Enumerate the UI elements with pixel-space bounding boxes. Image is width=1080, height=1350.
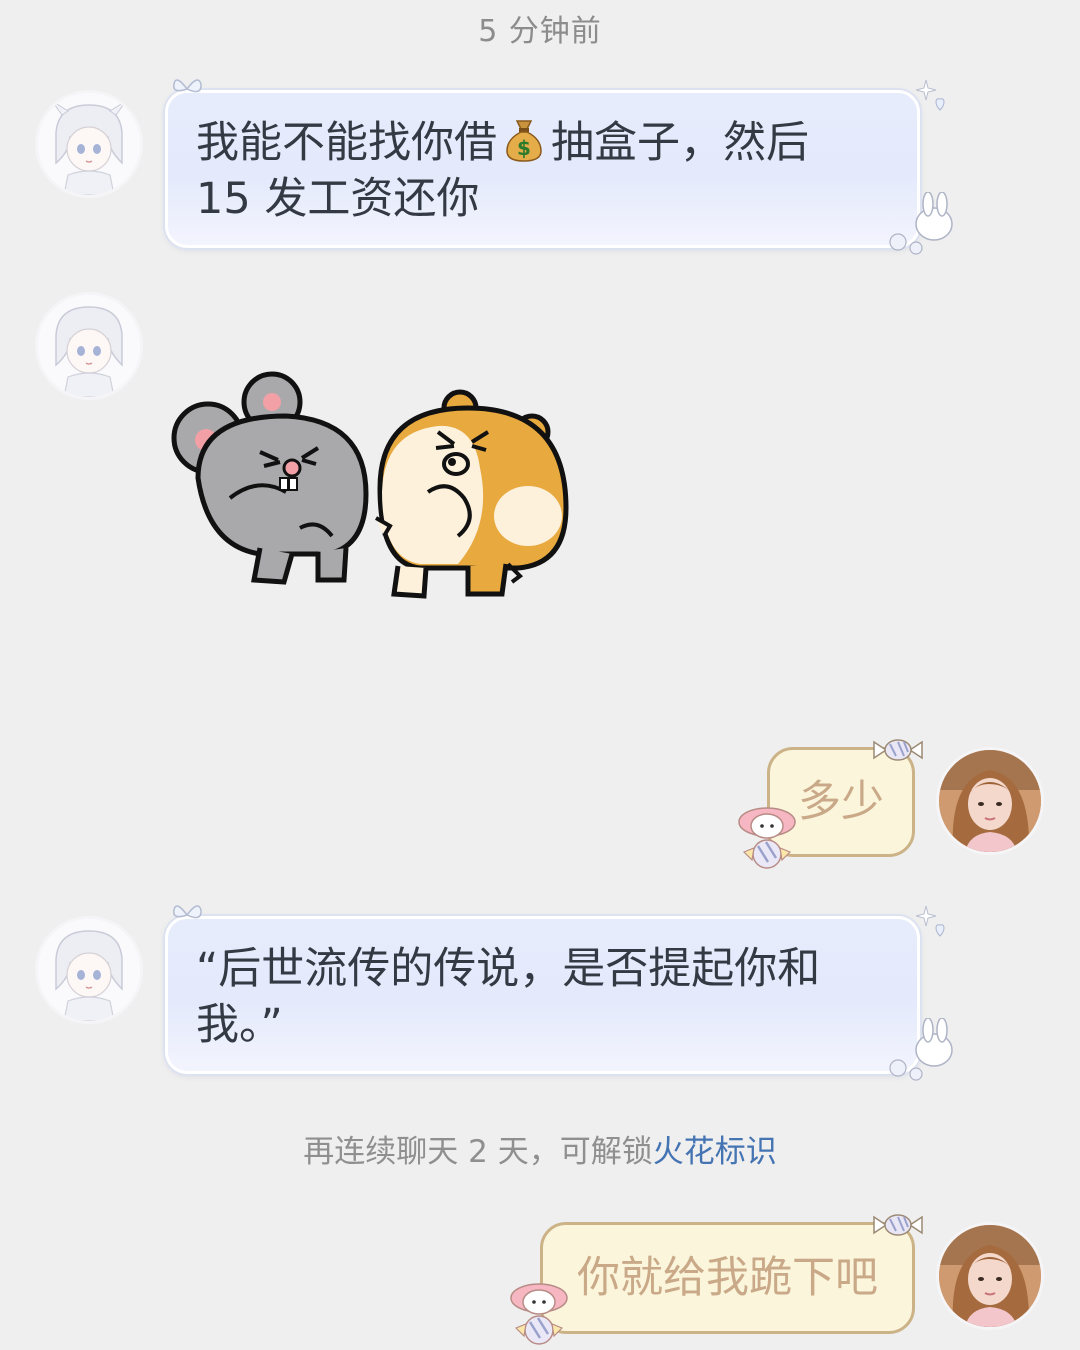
anime-girl-avatar-icon [38, 93, 140, 195]
girl-photo-avatar-icon [939, 750, 1041, 852]
spark-badge-link[interactable]: 火花标识 [653, 1134, 777, 1170]
streak-notice: 再连续聊天 2 天，可解锁火花标识 [0, 1126, 1080, 1171]
message-text: 我能不能找你借 [196, 118, 497, 168]
girl-photo-avatar-icon [939, 1225, 1041, 1327]
orange-hamster-icon [375, 389, 569, 599]
message-bubble-self[interactable]: 你就给我跪下吧 [540, 1222, 915, 1334]
self-avatar[interactable] [936, 1222, 1044, 1330]
friend-avatar[interactable] [35, 90, 143, 198]
mouse-hamster-sticker[interactable] [168, 368, 578, 608]
message-bubble-friend[interactable]: “后世流传的传说，是否提起你和 我。” [165, 916, 920, 1074]
svg-text:$: $ [517, 136, 531, 160]
message-text: 我。” [196, 1000, 283, 1050]
sparkle-heart-icon [916, 79, 945, 111]
notice-text: 再连续聊天 2 天，可解锁 [303, 1134, 653, 1170]
sparkle-heart-icon [916, 905, 945, 937]
anime-girl-avatar-icon [38, 919, 140, 1021]
self-avatar[interactable] [936, 747, 1044, 855]
message-text: 15 发工资还你 [196, 174, 480, 224]
money-bag-icon: $ [503, 117, 545, 163]
message-text: “后世流传的传说，是否提起你和 [196, 944, 821, 994]
message-text: 你就给我跪下吧 [577, 1253, 878, 1303]
timestamp: 5 分钟前 [478, 14, 602, 49]
anime-girl-avatar-icon [38, 295, 140, 397]
message-bubble-friend[interactable]: 我能不能找你借 $ 抽盒子，然后 15 发工资还你 [165, 90, 920, 248]
friend-avatar[interactable] [35, 916, 143, 1024]
message-text: 抽盒子，然后 [551, 118, 809, 168]
message-text: 多少 [798, 777, 884, 827]
gray-mouse-icon [171, 371, 369, 585]
message-bubble-self[interactable]: 多少 [767, 747, 915, 857]
friend-avatar[interactable] [35, 292, 143, 400]
